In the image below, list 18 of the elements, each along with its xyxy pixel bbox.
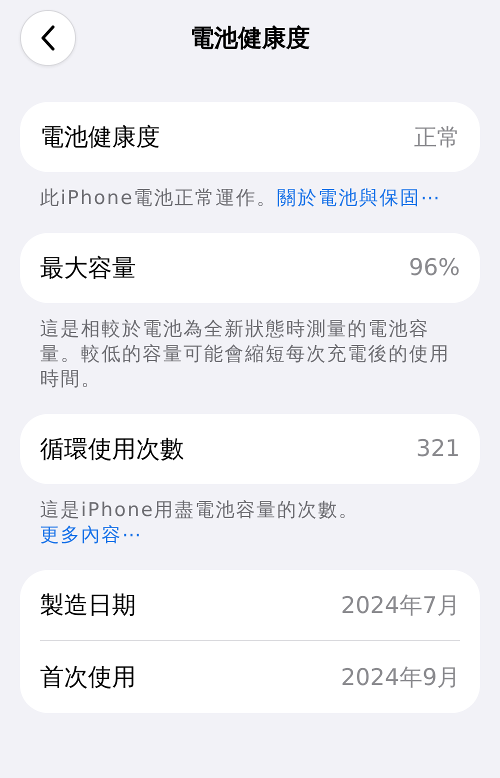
row-label: 製造日期 — [40, 590, 136, 621]
row-value: 2024年9月 — [340, 664, 460, 692]
row-label: 電池健康度 — [40, 122, 160, 153]
footer-text: 這是相較於電池為全新狀態時測量的電池容量。較低的容量可能會縮短每次充電後的使用時間。 — [40, 317, 451, 392]
footer-link[interactable]: 關於電池與保固⋯ — [277, 187, 442, 209]
row-value: 96% — [408, 255, 460, 281]
footer-text: 這是iPhone用盡電池容量的次數。 更多內容⋯ — [40, 498, 360, 548]
row-value: 正常 — [414, 124, 460, 152]
page-title: 電池健康度 — [190, 23, 310, 54]
footer-text: 此iPhone電池正常運作。關於電池與保固⋯ — [40, 186, 442, 211]
row-value: 2024年7月 — [340, 592, 460, 620]
footer-link[interactable]: 更多內容⋯ — [40, 524, 142, 546]
row-label: 首次使用 — [40, 662, 136, 693]
row-value: 321 — [416, 436, 460, 462]
row-label: 最大容量 — [40, 253, 136, 284]
chevron-left-icon — [41, 25, 55, 51]
back-button[interactable] — [20, 10, 76, 66]
row-label: 循環使用次數 — [40, 434, 184, 465]
